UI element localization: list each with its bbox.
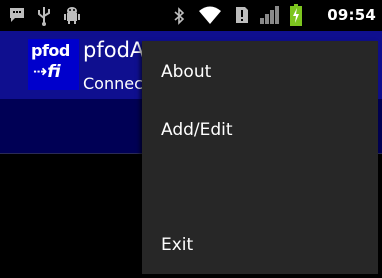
no-sim-icon — [235, 6, 249, 28]
app-logo: pfod ⇢fi — [28, 39, 79, 90]
status-time: 09:54 — [327, 6, 376, 24]
chat-icon — [8, 6, 26, 28]
menu-item-exit[interactable]: Exit — [142, 217, 378, 273]
android-debug-icon — [64, 6, 80, 28]
arrow-icon: ⇢ — [33, 62, 48, 82]
bluetooth-icon — [173, 6, 185, 30]
logo-text-top: pfod — [31, 41, 70, 60]
logo-text-bottom: ⇢fi — [33, 63, 61, 81]
menu-item-add-edit[interactable]: Add/Edit — [142, 102, 378, 158]
signal-icon — [259, 6, 281, 28]
menu-item-about[interactable]: About — [142, 44, 378, 100]
status-bar: 09:54 — [0, 0, 382, 31]
wifi-icon — [198, 5, 222, 29]
battery-charging-icon — [290, 4, 302, 30]
options-menu: About Add/Edit Exit — [142, 41, 378, 274]
app-subtitle: Connec — [83, 74, 143, 93]
usb-icon — [37, 6, 51, 30]
app-title: pfodA — [83, 38, 145, 62]
logo-text-fi: fi — [47, 62, 61, 82]
